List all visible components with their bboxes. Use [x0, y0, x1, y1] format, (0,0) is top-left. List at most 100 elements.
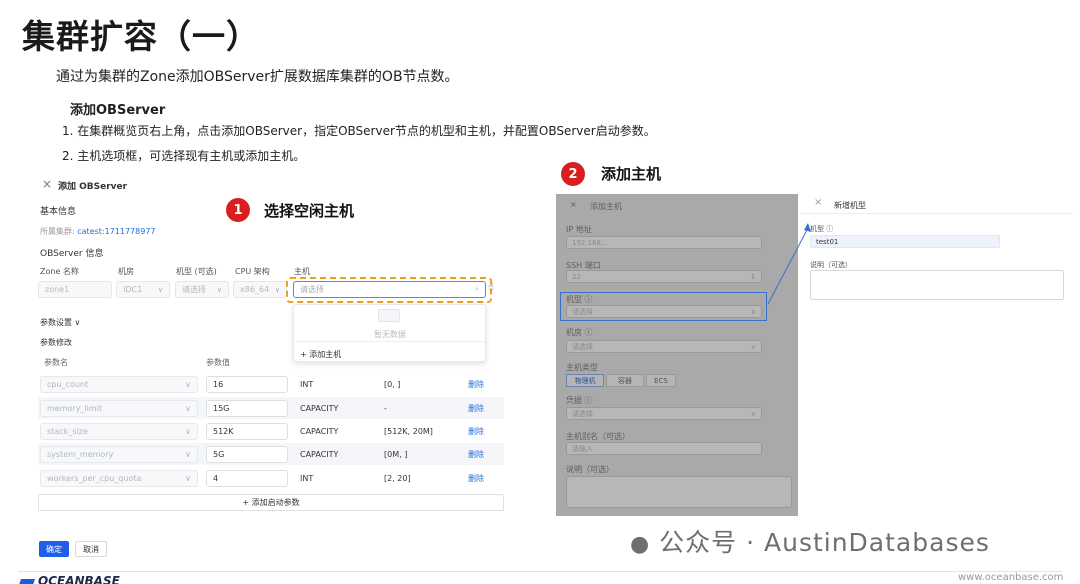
credential-placeholder: 请选择 [572, 409, 593, 418]
param-value-input[interactable]: 4 [206, 470, 288, 487]
credential-label: 凭据 ⓘ [566, 396, 593, 405]
host-room-select[interactable]: 请选择 ∨ [566, 340, 762, 353]
stepper-icon[interactable]: ⇕ [750, 273, 756, 281]
cpu-column-label: CPU 架构 [235, 267, 270, 276]
close-icon[interactable]: × [814, 197, 822, 208]
new-model-desc-textarea[interactable] [810, 270, 1064, 300]
param-settings-toggle[interactable]: 参数设置 ∨ [40, 317, 80, 328]
param-type: CAPACITY [300, 427, 339, 436]
new-model-drawer: × 新增机型 机型 ⓘ test01 说明（可选） [798, 194, 1074, 516]
cluster-label: 所属集群: [40, 227, 75, 236]
step-1: 1. 在集群概览页右上角，点击添加OBServer，指定OBServer节点的机… [62, 124, 656, 138]
chevron-down-icon: ∨ [185, 427, 191, 436]
param-name-select[interactable]: system_memory ∨ [40, 446, 198, 463]
param-name-select[interactable]: workers_per_cpu_quota ∨ [40, 470, 198, 487]
cancel-button[interactable]: 取消 [75, 541, 107, 557]
confirm-button[interactable]: 确定 [39, 541, 69, 557]
param-range: [0, ] [384, 380, 401, 389]
footer-url: www.oceanbase.com [958, 572, 1064, 583]
param-value-input[interactable]: 16 [206, 376, 288, 393]
info-icon: ⓘ [584, 328, 593, 337]
idc-select[interactable]: IDC1 ∨ [116, 281, 170, 298]
new-model-input[interactable]: test01 [810, 235, 1000, 248]
chevron-down-icon: ∨ [274, 285, 280, 294]
close-icon[interactable]: × [42, 177, 52, 191]
connector-arrow [767, 223, 811, 305]
step-2: 2. 主机选项框，可选择现有主机或添加主机。 [62, 149, 306, 163]
slide-subtitle: 通过为集群的Zone添加OBServer扩展数据库集群的OB节点数。 [56, 69, 459, 85]
param-modify-heading: 参数修改 [40, 338, 72, 347]
delete-param-link[interactable]: 删除 [468, 400, 484, 417]
host-placeholder: 请选择 [300, 285, 324, 294]
param-row: workers_per_cpu_quota ∨ 4 INT [2, 20] 删除 [38, 467, 504, 489]
host-type-label: 主机类型 [566, 363, 598, 372]
chevron-down-icon: ∨ [216, 285, 222, 294]
add-host-option[interactable]: + 添加主机 [300, 349, 341, 360]
chevron-down-icon: ∨ [185, 404, 191, 413]
section-heading: 添加OBServer [70, 103, 166, 118]
param-value-input[interactable]: 15G [206, 400, 288, 417]
callout-label-2: 添加主机 [601, 165, 662, 183]
host-column-label: 主机 [294, 267, 310, 276]
param-name-select[interactable]: memory_limit ∨ [40, 400, 198, 417]
search-icon: ⌕ [475, 285, 479, 293]
info-icon: ⓘ [826, 225, 834, 233]
param-row: stack_size ∨ 512K CAPACITY [512K, 20M] 删除 [38, 420, 504, 442]
model-placeholder: 请选择 [182, 285, 206, 294]
chevron-down-icon: ∨ [185, 450, 191, 459]
delete-param-link[interactable]: 删除 [468, 470, 484, 487]
param-settings-label: 参数设置 [40, 318, 72, 327]
delete-param-link[interactable]: 删除 [468, 376, 484, 393]
model-select[interactable]: 请选择 ∨ [175, 281, 229, 298]
param-type: CAPACITY [300, 404, 339, 413]
host-desc-textarea[interactable] [566, 476, 792, 508]
param-range: [512K, 20M] [384, 427, 433, 436]
param-name-select[interactable]: stack_size ∨ [40, 423, 198, 440]
chevron-down-icon: ∨ [750, 342, 756, 351]
param-row: system_memory ∨ 5G CAPACITY [0M, ] 删除 [38, 443, 504, 465]
host-model-placeholder: 请选择 [572, 307, 593, 316]
cpu-arch-select[interactable]: x86_64 ∨ [233, 281, 287, 298]
ip-input[interactable]: 192.168... [566, 236, 762, 249]
close-icon[interactable]: × [570, 200, 577, 209]
callout-badge-2: 2 [561, 162, 585, 186]
ip-tag[interactable]: 192.168... [572, 239, 608, 247]
observer-info-heading: OBServer 信息 [40, 249, 104, 259]
cursor-icon: ☝ [488, 282, 495, 293]
oceanbase-logo: OCEANBASE [18, 574, 120, 584]
delete-param-link[interactable]: 删除 [468, 446, 484, 463]
host-select[interactable]: 请选择 ⌕ [293, 281, 486, 298]
chevron-down-icon: ∨ [750, 409, 756, 418]
host-dropdown: 暂无数据 + 添加主机 [293, 304, 486, 362]
alias-placeholder: 请输入 [572, 444, 593, 453]
param-value-input[interactable]: 5G [206, 446, 288, 463]
info-icon: ⓘ [584, 295, 593, 304]
host-type-container[interactable]: 容器 [606, 374, 644, 387]
idc-value: IDC1 [123, 285, 143, 294]
delete-param-link[interactable]: 删除 [468, 423, 484, 440]
chevron-down-icon: ∨ [185, 474, 191, 483]
logo-mark-icon [18, 579, 36, 584]
callout-label-1: 选择空闲主机 [264, 202, 355, 220]
add-param-button[interactable]: + 添加启动参数 [38, 494, 504, 511]
model-column-label: 机型 (可选) [176, 267, 217, 276]
param-range: [0M, ] [384, 450, 408, 459]
param-name-select[interactable]: cpu_count ∨ [40, 376, 198, 393]
param-row: cpu_count ∨ 16 INT [0, ] 删除 [38, 373, 504, 395]
alias-input[interactable]: 请输入 [566, 442, 762, 455]
param-name-header: 参数名 [44, 358, 68, 367]
cluster-link[interactable]: catest:1711778977 [77, 227, 155, 236]
info-icon: ⓘ [584, 396, 593, 405]
param-row: memory_limit ∨ 15G CAPACITY - 删除 [38, 397, 504, 419]
host-type-physical[interactable]: 物理机 [566, 374, 604, 387]
credential-select[interactable]: 请选择 ∨ [566, 407, 762, 420]
zone-name-input[interactable]: zone1 [38, 281, 112, 298]
param-value-input[interactable]: 512K [206, 423, 288, 440]
empty-data-text: 暂无数据 [374, 330, 406, 339]
zone-name-value: zone1 [45, 285, 70, 294]
cpu-arch-value: x86_64 [240, 285, 270, 294]
host-type-ecs[interactable]: ECS [646, 374, 676, 387]
ssh-port-input[interactable]: 22 ⇕ [566, 270, 762, 283]
wechat-icon: ● [630, 532, 651, 557]
host-model-select[interactable]: 请选择 ∨ [566, 305, 762, 318]
